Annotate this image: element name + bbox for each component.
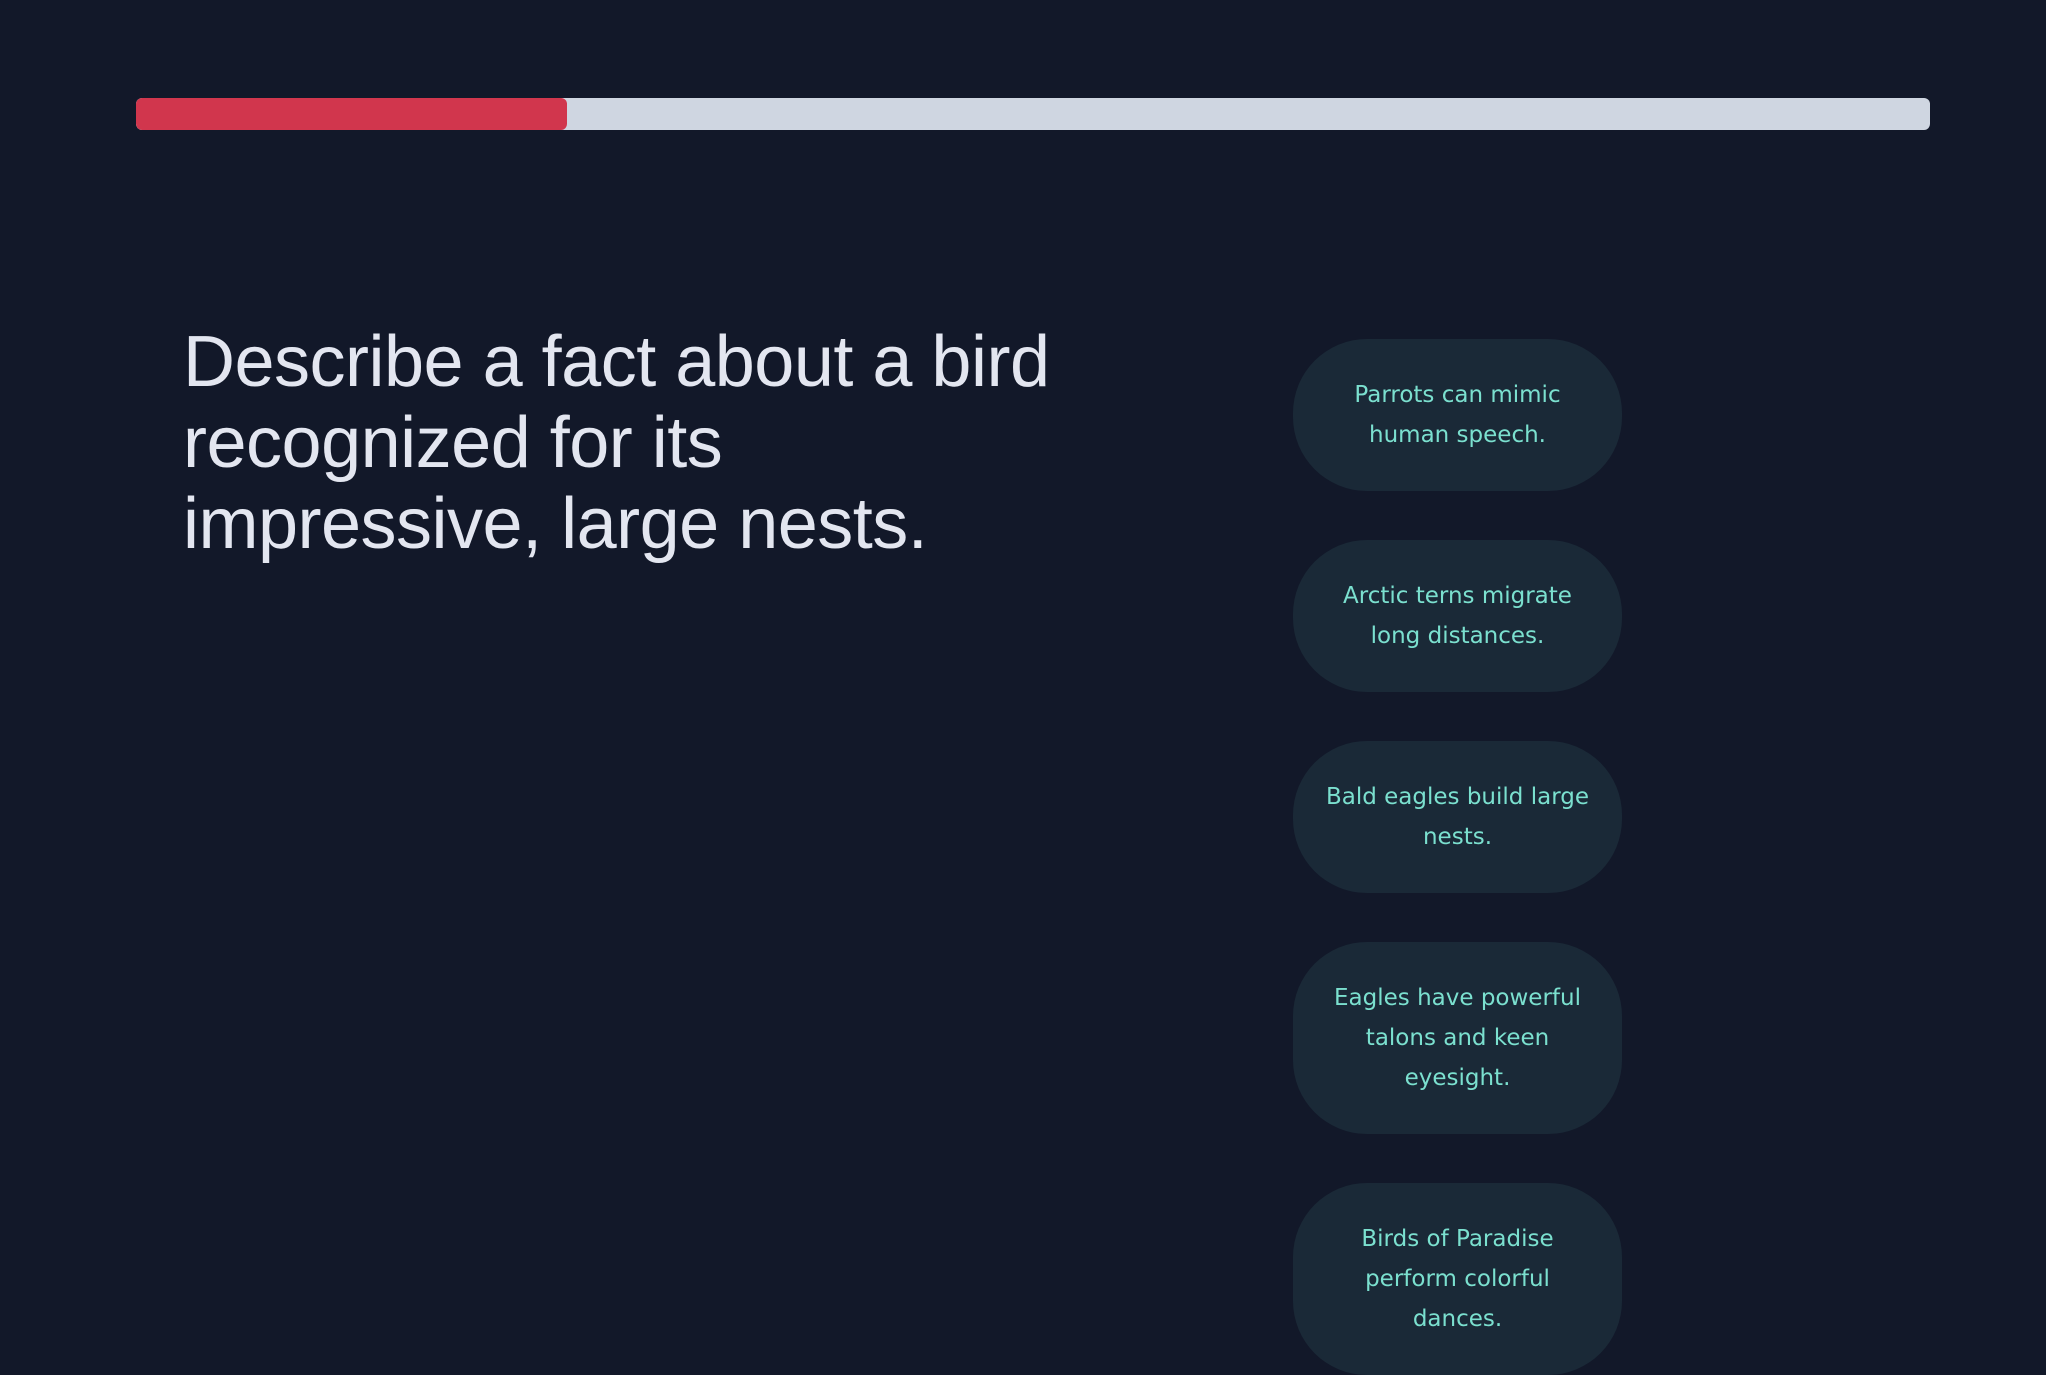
answer-options: Parrots can mimic human speech. Arctic t…	[1293, 339, 1622, 1375]
answer-option[interactable]: Eagles have powerful talons and keen eye…	[1293, 942, 1622, 1134]
progress-bar	[136, 98, 1930, 130]
progress-fill	[136, 98, 567, 130]
answer-option[interactable]: Arctic terns migrate long distances.	[1293, 540, 1622, 692]
answer-option[interactable]: Birds of Paradise perform colorful dance…	[1293, 1183, 1622, 1375]
answer-option[interactable]: Bald eagles build large nests.	[1293, 741, 1622, 893]
question-prompt: Describe a fact about a bird recognized …	[183, 322, 1050, 564]
answer-option[interactable]: Parrots can mimic human speech.	[1293, 339, 1622, 491]
